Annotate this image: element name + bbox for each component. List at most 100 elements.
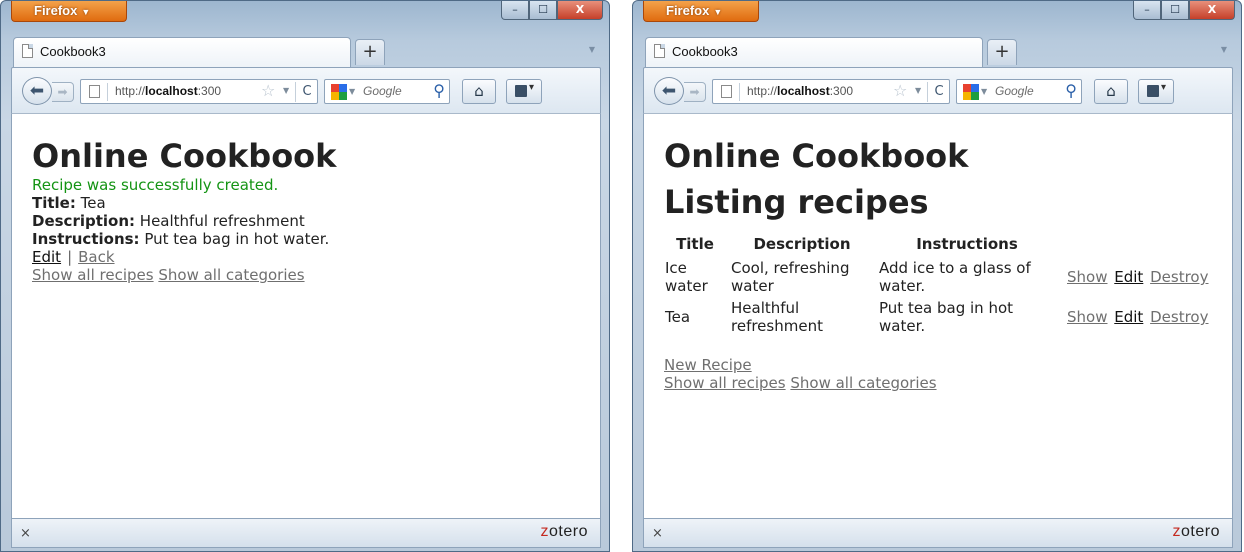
caption-buttons: – ☐ X (501, 1, 603, 21)
status-bar: × zotero (643, 518, 1233, 548)
url-bar[interactable]: http://localhost:300 ☆ ▼ C (80, 79, 318, 104)
firefox-menu-button[interactable]: Firefox ▼ (643, 1, 759, 22)
zotero-logo-rest: otero (1181, 523, 1220, 540)
forward-button[interactable]: ➡ (684, 82, 706, 102)
maximize-button[interactable]: ☐ (1161, 1, 1189, 20)
url-text[interactable]: http://localhost:300 (747, 84, 889, 98)
show-all-recipes-link[interactable]: Show all recipes (664, 374, 786, 392)
page-title: Online Cookbook (32, 137, 337, 175)
site-identity-icon[interactable] (89, 85, 100, 98)
url-text[interactable]: http://localhost:300 (115, 84, 257, 98)
tab-list-chevron-icon[interactable]: ▼ (589, 45, 595, 54)
search-placeholder: Google (363, 84, 402, 98)
reload-icon[interactable]: C (927, 82, 950, 102)
column-header-description: Description (753, 235, 851, 253)
search-icon[interactable]: ⚲ (1065, 81, 1077, 100)
history-dropdown-icon[interactable]: ▼ (915, 86, 921, 95)
new-recipe-paragraph: New Recipe (664, 356, 1226, 374)
cell-description: Healthful refreshment (731, 299, 823, 335)
page-content: Online Cookbook Listing recipes Title De… (643, 113, 1233, 518)
bookmark-star-icon[interactable]: ☆ (261, 81, 275, 100)
reload-icon[interactable]: C (295, 82, 318, 102)
google-engine-icon[interactable] (963, 84, 979, 100)
forward-arrow-icon: ➡ (57, 85, 68, 99)
close-button[interactable]: X (557, 1, 603, 20)
home-button[interactable]: ⌂ (1094, 79, 1128, 104)
zotero-logo-z: z (540, 523, 550, 540)
home-button[interactable]: ⌂ (462, 79, 496, 104)
forward-button[interactable]: ➡ (52, 82, 74, 102)
page-content: Online Cookbook Recipe was successfully … (11, 113, 601, 518)
destroy-link[interactable]: Destroy (1150, 308, 1208, 326)
cell-description: Cool, refreshing water (731, 259, 850, 295)
title-value: Tea (80, 194, 106, 212)
history-dropdown-icon[interactable]: ▼ (283, 86, 289, 95)
search-placeholder: Google (995, 84, 1034, 98)
recipe-show-page: Online Cookbook Recipe was successfully … (32, 136, 594, 284)
tab-list-chevron-icon[interactable]: ▼ (1221, 45, 1227, 54)
close-addon-bar-icon[interactable]: × (652, 526, 663, 541)
tab-label: Cookbook3 (40, 44, 106, 59)
show-all-recipes-link[interactable]: Show all recipes (32, 266, 154, 284)
show-all-categories-link[interactable]: Show all categories (790, 374, 936, 392)
destroy-link[interactable]: Destroy (1150, 268, 1208, 286)
firefox-menu-button[interactable]: Firefox ▼ (11, 1, 127, 22)
show-link[interactable]: Show (1067, 268, 1107, 286)
search-engine-dropdown-icon[interactable]: ▼ (981, 87, 987, 96)
minimize-button[interactable]: – (1133, 1, 1161, 20)
search-bar[interactable]: ▼ Google ⚲ (956, 79, 1082, 104)
close-addon-bar-icon[interactable]: × (20, 526, 31, 541)
back-button[interactable]: ⬅ (22, 77, 52, 105)
zotero-button[interactable]: zotero (541, 523, 588, 541)
back-button[interactable]: ⬅ (654, 77, 684, 105)
search-engine-dropdown-icon[interactable]: ▼ (349, 87, 355, 96)
home-icon: ⌂ (474, 82, 484, 100)
record-links: Edit | Back (32, 248, 594, 266)
table-row: Tea Healthful refreshment Put tea bag in… (663, 298, 1212, 336)
edit-link[interactable]: Edit (32, 248, 61, 266)
edit-link[interactable]: Edit (1114, 308, 1143, 326)
show-all-categories-link[interactable]: Show all categories (158, 266, 304, 284)
new-recipe-link[interactable]: New Recipe (664, 356, 752, 374)
caption-buttons: – ☐ X (1133, 1, 1235, 21)
maximize-button[interactable]: ☐ (529, 1, 557, 20)
new-tab-button[interactable]: + (987, 39, 1017, 65)
link-separator: | (67, 248, 73, 266)
navigation-toolbar: ⬅ ➡ http://localhost:300 ☆ ▼ C ▼ Google … (643, 67, 1233, 113)
search-bar[interactable]: ▼ Google ⚲ (324, 79, 450, 104)
close-button[interactable]: X (1189, 1, 1235, 20)
footer-links: Show all recipes Show all categories (32, 266, 594, 284)
table-header-row: Title Description Instructions (663, 234, 1212, 256)
instructions-value: Put tea bag in hot water. (144, 230, 330, 248)
footer-links: Show all recipes Show all categories (664, 374, 1226, 392)
cell-actions: Show Edit Destroy (1059, 298, 1212, 336)
table-row: Ice water Cool, refreshing water Add ice… (663, 258, 1212, 296)
edit-link[interactable]: Edit (1114, 268, 1143, 286)
zotero-button[interactable]: zotero (1173, 523, 1220, 541)
bookmark-star-icon[interactable]: ☆ (893, 81, 907, 100)
show-link[interactable]: Show (1067, 308, 1107, 326)
search-icon[interactable]: ⚲ (433, 81, 445, 100)
status-bar: × zotero (11, 518, 601, 548)
instructions-field: Instructions: Put tea bag in hot water. (32, 230, 594, 248)
minimize-button[interactable]: – (501, 1, 529, 20)
url-rest: :300 (829, 84, 854, 98)
url-separator (739, 83, 740, 101)
tab-cookbook3[interactable]: Cookbook3 (645, 37, 983, 67)
url-bar[interactable]: http://localhost:300 ☆ ▼ C (712, 79, 950, 104)
bookmarks-button[interactable] (1138, 79, 1174, 104)
page-icon (22, 44, 33, 58)
tab-cookbook3[interactable]: Cookbook3 (13, 37, 351, 67)
google-engine-icon[interactable] (331, 84, 347, 100)
url-rest: :300 (197, 84, 222, 98)
cell-title: Ice water (665, 259, 708, 295)
instructions-label: Instructions: (32, 230, 140, 248)
url-host: localhost (145, 84, 198, 98)
firefox-menu-label: Firefox (34, 3, 78, 18)
site-identity-icon[interactable] (721, 85, 732, 98)
recipes-table: Title Description Instructions Ice water… (661, 232, 1214, 338)
new-tab-button[interactable]: + (355, 39, 385, 65)
bookmarks-button[interactable] (506, 79, 542, 104)
back-link[interactable]: Back (78, 248, 114, 266)
chevron-down-icon: ▼ (81, 7, 91, 17)
